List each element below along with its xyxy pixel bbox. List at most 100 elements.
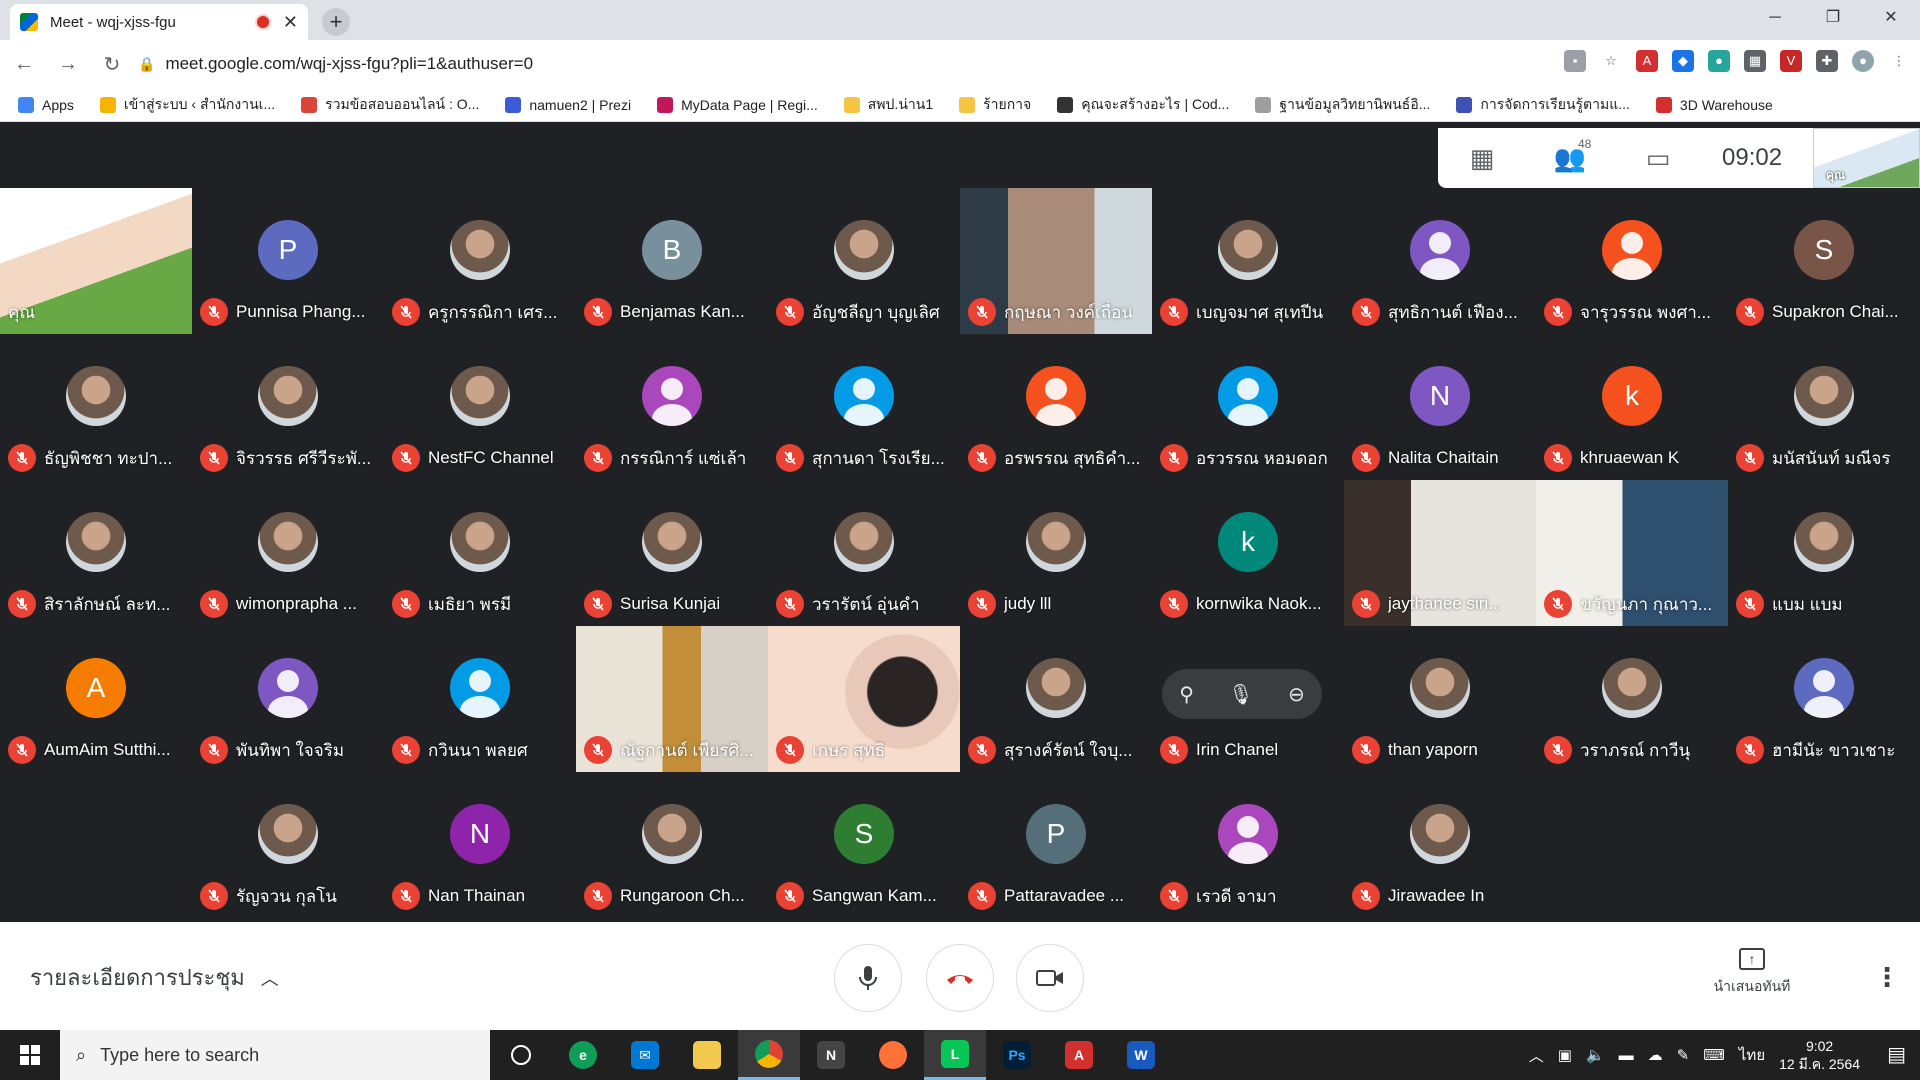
participant-tile[interactable]: P Punnisa Phang... — [192, 188, 384, 334]
participant-tile[interactable]: วรารัตน์ อุ่นคำ — [768, 480, 960, 626]
participant-tile[interactable]: ฮามีนัะ ขาวเชาะ — [1728, 626, 1920, 772]
participant-tile[interactable]: judy lll — [960, 480, 1152, 626]
browser-tab-meet[interactable]: Meet - wqj-xjss-fgu ✕ — [10, 4, 308, 40]
participant-tile[interactable]: กรรณิการ์ แซ่เล้า — [576, 334, 768, 480]
participant-tile[interactable]: jaythanee siri... — [1344, 480, 1536, 626]
taskbar-word[interactable]: W — [1110, 1030, 1172, 1080]
tray-camera-icon[interactable]: ▣ — [1558, 1046, 1572, 1064]
participant-tile[interactable]: แบม แบม — [1728, 480, 1920, 626]
participant-tile[interactable]: k kornwika Naok... — [1152, 480, 1344, 626]
volume-icon[interactable]: 🔈 — [1586, 1046, 1605, 1064]
input-language[interactable]: ไทย — [1739, 1043, 1765, 1067]
taskbar-line[interactable]: L — [924, 1030, 986, 1080]
new-tab-button[interactable]: + — [322, 8, 350, 36]
taskbar-acrobat[interactable]: A — [1048, 1030, 1110, 1080]
taskbar-edge[interactable]: e — [552, 1030, 614, 1080]
participant-tile[interactable]: ⚲ 🎙 ⊖ Irin Chanel — [1152, 626, 1344, 772]
cortana-button[interactable] — [490, 1030, 552, 1080]
minimize-icon[interactable]: ─ — [1746, 0, 1804, 36]
participant-tile[interactable]: S Sangwan Kam... — [768, 772, 960, 918]
participant-tile[interactable]: เกษร สุทธิ — [768, 626, 960, 772]
shield-extension-icon[interactable]: ◆ — [1672, 50, 1694, 72]
participant-tile[interactable]: สุทธิกานต์ เฟือง... — [1344, 188, 1536, 334]
bookmark-item[interactable]: namuen2 | Prezi — [505, 96, 631, 113]
taskbar-firefox[interactable] — [862, 1030, 924, 1080]
camera-button[interactable] — [1016, 944, 1084, 1012]
restore-icon[interactable]: ❐ — [1804, 0, 1862, 36]
bookmark-item[interactable]: คุณจะสร้างอะไร | Cod... — [1057, 94, 1229, 116]
participant-tile[interactable]: Jirawadee In — [1344, 772, 1536, 918]
participant-tile[interactable]: กฤษณา วงค์เถื่อน — [960, 188, 1152, 334]
windows-start-button[interactable] — [0, 1030, 60, 1080]
participant-tile[interactable]: มนัสนันท์ มณีจร — [1728, 334, 1920, 480]
self-view-thumbnail[interactable]: คุณ — [1813, 128, 1920, 188]
camera-permission-icon[interactable]: ▪ — [1564, 50, 1586, 72]
participant-tile[interactable]: พันทิพา ใจจริม — [192, 626, 384, 772]
participant-tile[interactable]: ณัฐกานต์ เพียรศิ... — [576, 626, 768, 772]
meeting-details-button[interactable]: รายละเอียดการประชุม ︿ — [30, 960, 279, 995]
participant-tile[interactable]: P Pattaravadee ... — [960, 772, 1152, 918]
mute-participant-icon[interactable]: 🎙 — [1228, 682, 1253, 707]
bookmark-item[interactable]: 3D Warehouse — [1655, 96, 1773, 113]
vm-extension-icon[interactable]: V — [1780, 50, 1802, 72]
remove-participant-icon[interactable]: ⊖ — [1288, 682, 1305, 707]
participant-tile[interactable]: ครูกรรณิกา เศร... — [384, 188, 576, 334]
bookmark-item[interactable]: การจัดการเรียนรู้ตามแ... — [1456, 94, 1630, 116]
taskbar-photoshop[interactable]: Ps — [986, 1030, 1048, 1080]
participant-tile[interactable]: k khruaewan K — [1536, 334, 1728, 480]
participant-tile[interactable]: จารุวรรณ พงศา... — [1536, 188, 1728, 334]
participant-tile[interactable]: B Benjamas Kan... — [576, 188, 768, 334]
participant-tile[interactable]: Rungaroon Ch... — [576, 772, 768, 918]
participant-tile[interactable]: S Supakron Chai... — [1728, 188, 1920, 334]
more-options-icon[interactable]: ⋮ — [1874, 962, 1900, 993]
participant-tile[interactable]: ธัญพิชชา ทะปา... — [0, 334, 192, 480]
profile-avatar[interactable]: ● — [1852, 50, 1874, 72]
microphone-button[interactable] — [834, 944, 902, 1012]
close-window-icon[interactable]: ✕ — [1862, 0, 1920, 36]
pen-icon[interactable]: ✎ — [1677, 1046, 1690, 1064]
pdf-extension-icon[interactable]: A — [1636, 50, 1658, 72]
participant-tile[interactable]: ขวัญนภา กุณาว... — [1536, 480, 1728, 626]
star-bookmark-icon[interactable]: ☆ — [1600, 50, 1622, 72]
pin-icon[interactable]: ⚲ — [1179, 682, 1194, 707]
bookmark-item[interactable]: สพป.น่าน1 — [843, 94, 933, 116]
reload-icon[interactable]: ↻ — [92, 52, 132, 77]
tray-overflow-icon[interactable]: ︿ — [1529, 1045, 1544, 1066]
bookmark-item[interactable]: MyData Page | Regi... — [657, 96, 818, 113]
bookmark-item[interactable]: รวมข้อสอบออนไลน์ : O... — [301, 94, 479, 116]
people-icon[interactable]: 👥 48 — [1526, 137, 1614, 174]
taskbar-clock[interactable]: 9:02 12 มี.ค. 2564 — [1779, 1037, 1860, 1073]
taskbar-search-box[interactable]: ⌕ Type here to search — [60, 1030, 490, 1080]
participant-tile[interactable]: A AumAim Sutthi... — [0, 626, 192, 772]
bookmark-item[interactable]: ร้ายกาจ — [959, 94, 1031, 116]
onedrive-icon[interactable]: ☁ — [1648, 1046, 1663, 1064]
participant-tile[interactable]: สิราลักษณ์ ละท... — [0, 480, 192, 626]
participant-tile[interactable]: เบญจมาศ สุเทปีน — [1152, 188, 1344, 334]
participant-tile[interactable]: สุกานดา โรงเรีย... — [768, 334, 960, 480]
leave-call-button[interactable] — [926, 944, 994, 1012]
participant-tile[interactable]: N Nalita Chaitain — [1344, 334, 1536, 480]
participant-tile[interactable]: เรวดี จามา — [1152, 772, 1344, 918]
layout-grid-icon[interactable]: ▦ — [1438, 143, 1526, 174]
bookmark-item[interactable]: Apps — [18, 96, 74, 113]
participant-tile[interactable]: วราภรณ์ กาวีนุ — [1536, 626, 1728, 772]
lock-icon[interactable]: 🔒 — [138, 56, 155, 73]
participant-tile[interactable]: จิรวรรธ ศรีวีระพั... — [192, 334, 384, 480]
battery-icon[interactable]: ▬ — [1619, 1047, 1634, 1064]
puzzle-extensions-icon[interactable]: ✚ — [1816, 50, 1838, 72]
taskbar-file-explorer[interactable] — [676, 1030, 738, 1080]
notifications-icon[interactable]: ▤ — [1887, 1042, 1906, 1067]
chat-icon[interactable]: ▭ — [1614, 143, 1702, 174]
participant-tile[interactable]: อรพรรณ สุทธิคำ... — [960, 334, 1152, 480]
back-icon[interactable]: ← — [4, 53, 44, 76]
participant-tile[interactable]: than yaporn — [1344, 626, 1536, 772]
grid-extension-icon[interactable]: ▦ — [1744, 50, 1766, 72]
dot-extension-icon[interactable]: ● — [1708, 50, 1730, 72]
taskbar-chrome[interactable] — [738, 1030, 800, 1080]
participant-tile[interactable]: คุณ — [0, 188, 192, 334]
participant-tile[interactable]: เมธิยา พรมี — [384, 480, 576, 626]
participant-tile[interactable]: กวินนา พลยศ — [384, 626, 576, 772]
participant-tile[interactable]: wimonprapha ... — [192, 480, 384, 626]
close-tab-icon[interactable]: ✕ — [283, 12, 298, 33]
forward-icon[interactable]: → — [48, 53, 88, 76]
